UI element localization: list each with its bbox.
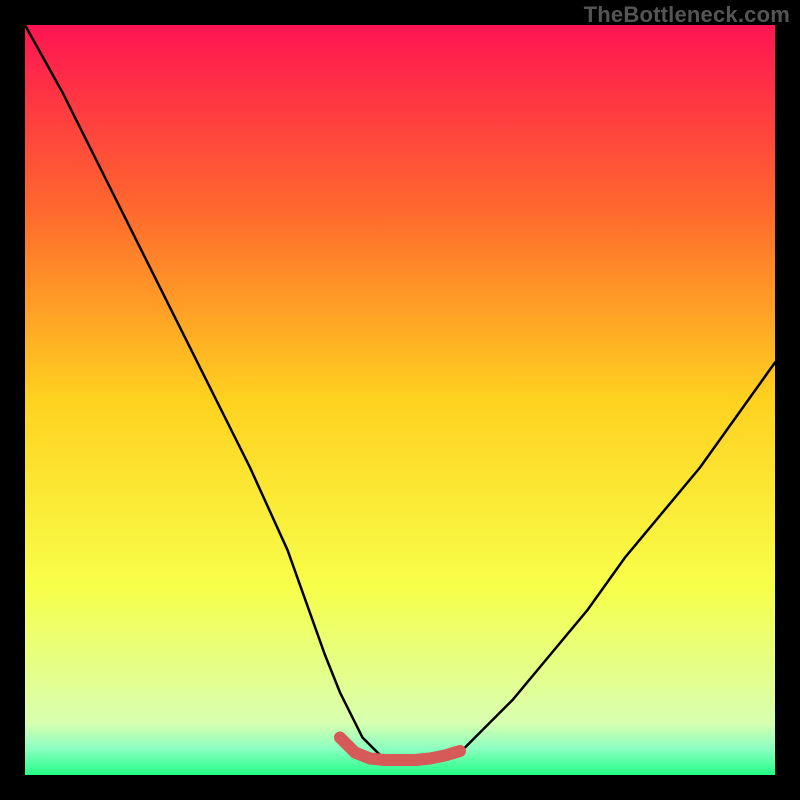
gradient-background	[25, 25, 775, 775]
plot-area	[25, 25, 775, 775]
chart-frame: TheBottleneck.com	[0, 0, 800, 800]
chart-svg	[25, 25, 775, 775]
